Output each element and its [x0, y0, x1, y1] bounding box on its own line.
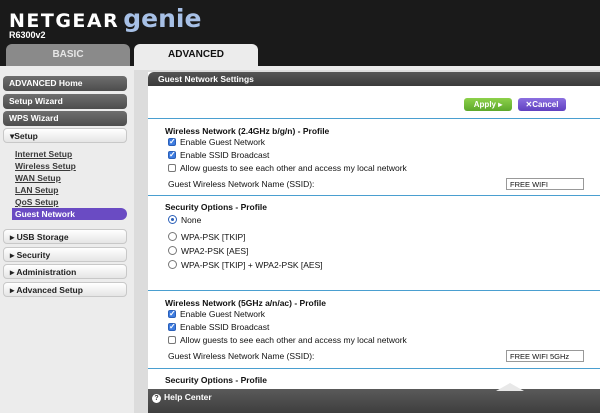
- security-24-option-label: WPA-PSK [TKIP] + WPA2-PSK [AES]: [181, 260, 323, 270]
- allow-local-access-24-label: Allow guests to see each other and acces…: [180, 163, 407, 173]
- divider: [148, 368, 600, 369]
- security-24-option-none[interactable]: None: [168, 215, 201, 226]
- enable-ssid-broadcast-5-label: Enable SSID Broadcast: [180, 322, 270, 332]
- ssid-5-label: Guest Wireless Network Name (SSID):: [168, 351, 315, 361]
- checkbox-checked-icon[interactable]: [168, 321, 176, 332]
- model-name: R6300v2: [9, 30, 46, 40]
- divider: [148, 118, 600, 119]
- sidebar-item-qos-setup[interactable]: QoS Setup: [15, 196, 127, 208]
- radio-selected-icon[interactable]: [168, 215, 177, 225]
- checkbox-checked-icon[interactable]: [168, 149, 176, 160]
- sidebar-item-internet-setup[interactable]: Internet Setup: [15, 148, 127, 160]
- enable-ssid-broadcast-24-checkbox[interactable]: Enable SSID Broadcast: [168, 149, 270, 161]
- help-center-link[interactable]: ? Help Center: [152, 392, 212, 403]
- divider: [148, 290, 600, 291]
- checkbox-unchecked-icon[interactable]: [168, 163, 176, 172]
- apply-button[interactable]: Apply ▸: [464, 98, 512, 111]
- allow-local-access-5-label: Allow guests to see each other and acces…: [180, 335, 407, 345]
- security-24-option-wpa2-aes[interactable]: WPA2-PSK [AES]: [168, 246, 248, 257]
- security-24-option-wpa-tkip[interactable]: WPA-PSK [TKIP]: [168, 232, 246, 243]
- question-icon: ?: [152, 394, 161, 403]
- header: NETGEAR genie R6300v2 BASIC ADVANCED: [0, 0, 600, 66]
- help-center-label: Help Center: [164, 392, 212, 402]
- ssid-5-input[interactable]: [506, 350, 584, 362]
- cancel-button[interactable]: ✕Cancel: [518, 98, 566, 111]
- section-title-security-24: Security Options - Profile: [165, 202, 268, 212]
- security-24-option-mixed[interactable]: WPA-PSK [TKIP] + WPA2-PSK [AES]: [168, 260, 323, 271]
- security-24-option-label: None: [181, 215, 202, 225]
- sidebar-advanced-home[interactable]: ADVANCED Home: [3, 76, 127, 91]
- security-24-option-label: WPA2-PSK [AES]: [181, 246, 249, 256]
- enable-ssid-broadcast-5-checkbox[interactable]: Enable SSID Broadcast: [168, 321, 270, 333]
- sidebar-setup-wizard[interactable]: Setup Wizard: [3, 94, 127, 109]
- allow-local-access-5-checkbox[interactable]: Allow guests to see each other and acces…: [168, 335, 407, 346]
- radio-unselected-icon[interactable]: [168, 246, 177, 256]
- radio-unselected-icon[interactable]: [168, 232, 177, 242]
- help-center-bar[interactable]: ? Help Center: [148, 383, 600, 413]
- expand-up-icon[interactable]: [496, 383, 524, 391]
- sidebar: ADVANCED Home Setup Wizard WPS Wizard ▾S…: [0, 70, 134, 413]
- section-title-5ghz: Wireless Network (5GHz a/n/ac) - Profile: [165, 298, 326, 308]
- netgear-logo: NETGEAR genie: [9, 4, 201, 33]
- sidebar-item-wan-setup[interactable]: WAN Setup: [15, 172, 127, 184]
- page-title: Guest Network Settings: [148, 72, 600, 86]
- brand-product: genie: [123, 4, 202, 33]
- security-24-option-label: WPA-PSK [TKIP]: [181, 232, 246, 242]
- enable-guest-network-5-label: Enable Guest Network: [180, 309, 266, 319]
- sidebar-setup-menu[interactable]: ▾Setup: [3, 128, 127, 143]
- checkbox-checked-icon[interactable]: [168, 308, 176, 319]
- tab-advanced[interactable]: ADVANCED: [134, 44, 258, 66]
- sidebar-usb-storage[interactable]: ▸ USB Storage: [3, 229, 127, 244]
- sidebar-item-guest-network[interactable]: Guest Network: [12, 208, 127, 220]
- main-panel: Guest Network Settings Apply ▸ ✕Cancel W…: [148, 72, 600, 413]
- ssid-24-label: Guest Wireless Network Name (SSID):: [168, 179, 315, 189]
- sidebar-wps-wizard[interactable]: WPS Wizard: [3, 111, 127, 126]
- brand-name: NETGEAR: [9, 10, 120, 32]
- sidebar-security[interactable]: ▸ Security: [3, 247, 127, 262]
- sidebar-item-lan-setup[interactable]: LAN Setup: [15, 184, 127, 196]
- section-title-security-5: Security Options - Profile: [165, 375, 268, 385]
- radio-unselected-icon[interactable]: [168, 260, 177, 270]
- sidebar-advanced-setup[interactable]: ▸ Advanced Setup: [3, 282, 127, 297]
- enable-guest-network-24-checkbox[interactable]: Enable Guest Network: [168, 136, 266, 148]
- ssid-24-input[interactable]: [506, 178, 584, 190]
- enable-guest-network-24-label: Enable Guest Network: [180, 137, 266, 147]
- enable-ssid-broadcast-24-label: Enable SSID Broadcast: [180, 150, 270, 160]
- checkbox-unchecked-icon[interactable]: [168, 335, 176, 344]
- section-title-24ghz: Wireless Network (2.4GHz b/g/n) - Profil…: [165, 126, 330, 136]
- checkbox-checked-icon[interactable]: [168, 136, 176, 147]
- tab-basic[interactable]: BASIC: [6, 44, 130, 66]
- enable-guest-network-5-checkbox[interactable]: Enable Guest Network: [168, 308, 266, 320]
- sidebar-administration[interactable]: ▸ Administration: [3, 264, 127, 279]
- divider: [148, 195, 600, 196]
- sidebar-item-wireless-setup[interactable]: Wireless Setup: [15, 160, 127, 172]
- allow-local-access-24-checkbox[interactable]: Allow guests to see each other and acces…: [168, 163, 407, 174]
